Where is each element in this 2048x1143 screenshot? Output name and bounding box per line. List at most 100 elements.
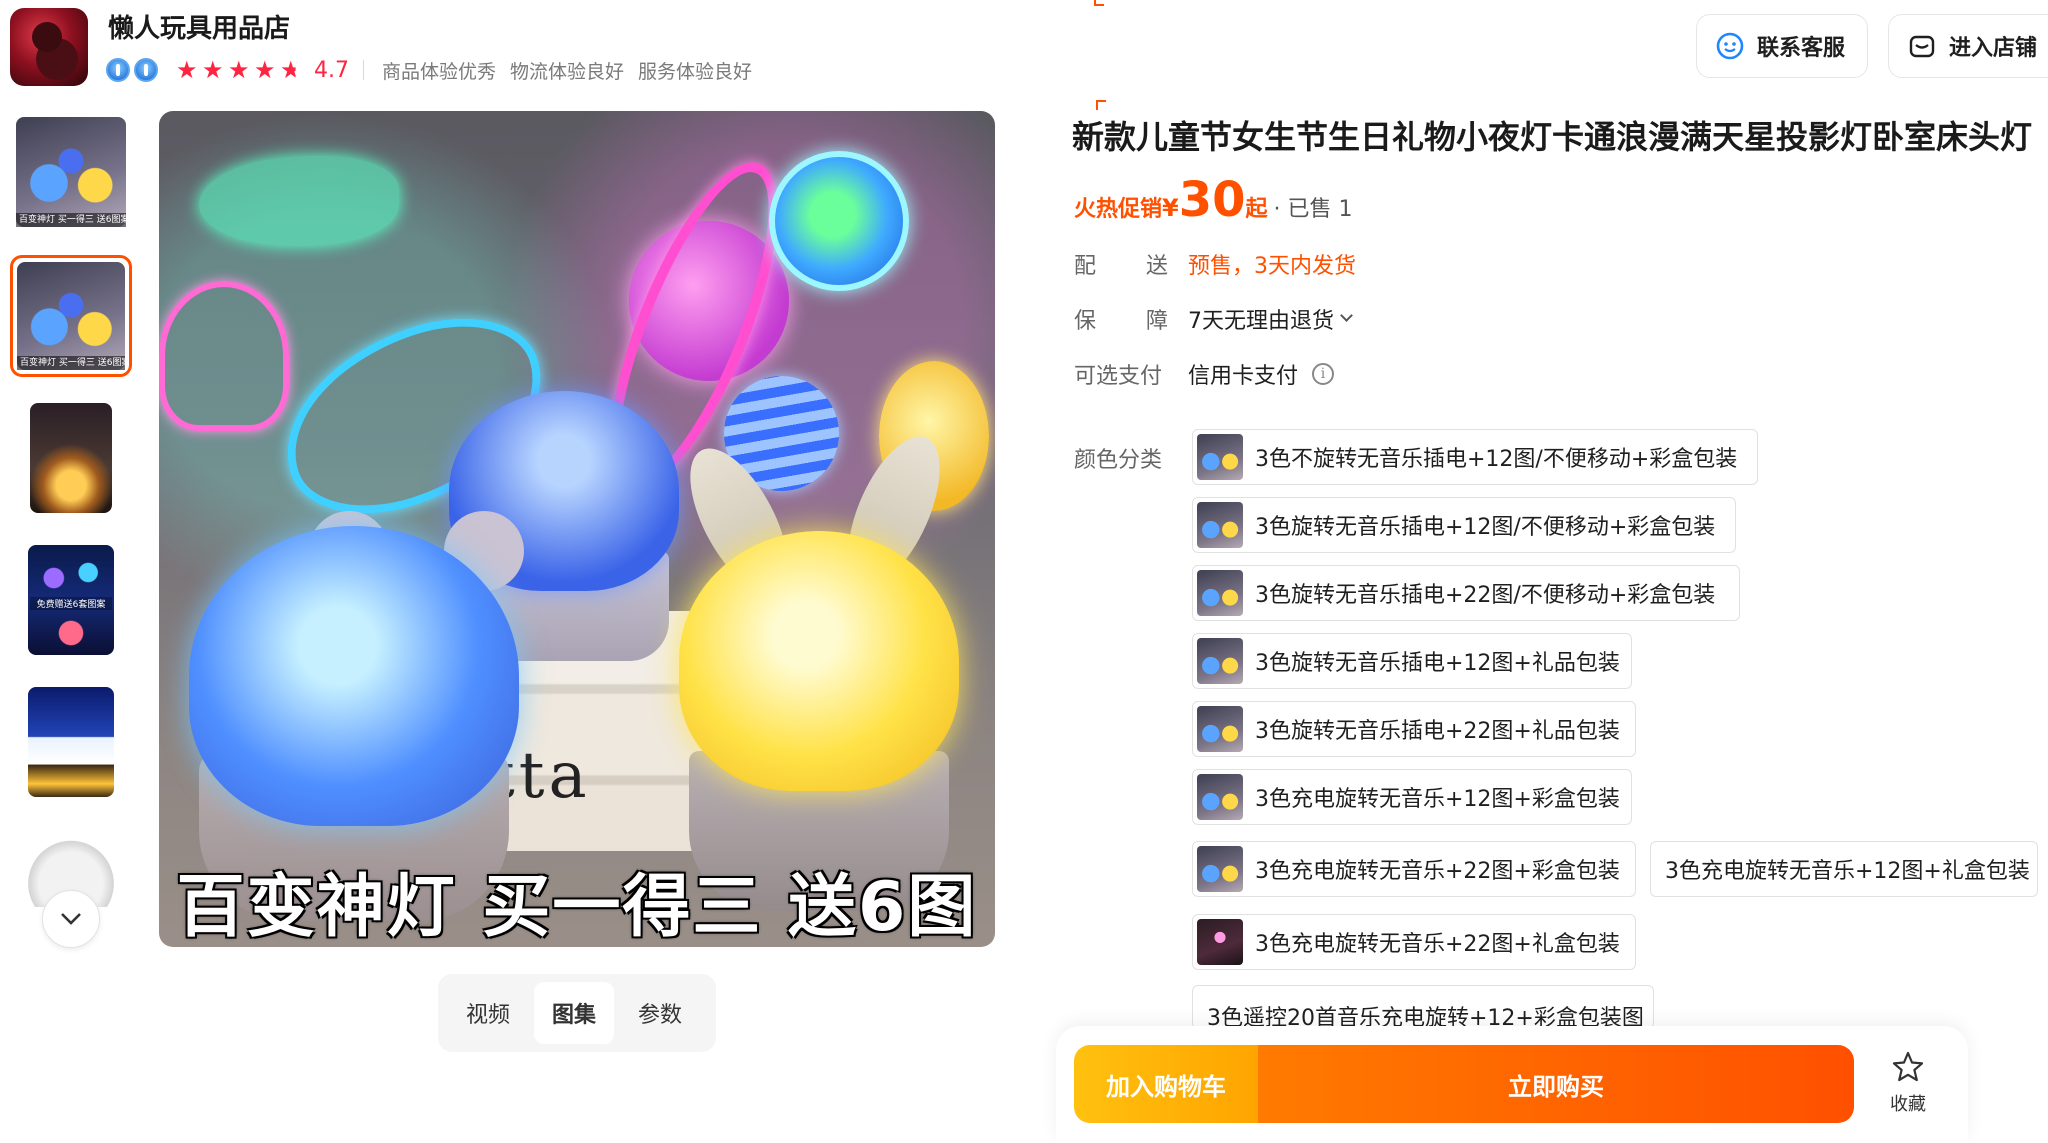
shop-meta: ★ ★ ★ ★ ★ 4.7 商品体验优秀 物流体验良好 服务体验良好: [106, 56, 766, 84]
sku-option-label: 3色旋转无音乐插电+12图/不便移动+彩盒包装: [1255, 515, 1716, 540]
sku-swatch: [1197, 846, 1243, 892]
contact-service-label: 联系客服: [1757, 36, 1846, 61]
thumbnail-image: [16, 117, 126, 227]
divider: [363, 60, 364, 80]
gallery-thumbnail[interactable]: [10, 681, 132, 803]
sku-swatch: [1197, 919, 1243, 965]
thumbnail-scroll-down-button[interactable]: [42, 890, 100, 948]
thumbnail-caption: 免费赠送6套图案: [30, 597, 112, 610]
sku-swatch: [1197, 570, 1243, 616]
image-decor: [679, 531, 959, 791]
store-icon: [1909, 35, 1935, 58]
guarantee-label: 保 障: [1074, 303, 1188, 335]
shop-meta-logistics: 物流体验良好: [510, 60, 625, 83]
tab-gallery[interactable]: 图集: [534, 982, 614, 1044]
thumbnail-image: [17, 262, 125, 370]
shop-badge-icon: [106, 58, 130, 82]
sku-swatch: [1197, 502, 1243, 548]
shop-meta-product: 商品体验优秀: [382, 60, 497, 83]
star-icon: ★: [176, 56, 198, 84]
promo-tag: 火热促销: [1074, 197, 1163, 222]
sku-option-label: 3色充电旋转无音乐+12图+礼盒包装: [1665, 859, 2030, 884]
sku-option[interactable]: 3色遥控20首音乐充电旋转+12+彩盒包装图: [1192, 985, 1654, 1029]
star-icon: ★: [254, 56, 276, 84]
guarantee-label-a: 保: [1074, 309, 1097, 334]
sku-option[interactable]: 3色旋转无音乐插电+12图+礼品包装: [1192, 633, 1632, 689]
sku-option[interactable]: 3色充电旋转无音乐+22图+彩盒包装: [1192, 841, 1636, 897]
thumbnail-image: [30, 403, 112, 513]
chevron-down-icon: [61, 913, 81, 925]
guarantee-label-b: 障: [1145, 309, 1168, 334]
payment-label: 可选支付: [1074, 364, 1163, 389]
shop-name[interactable]: 懒人玩具用品店: [108, 8, 290, 45]
thumbnail-caption: 百变神灯 买一得三 送6图案: [16, 213, 126, 227]
sku-option[interactable]: 3色充电旋转无音乐+12图+彩盒包装: [1192, 769, 1632, 825]
gallery-thumbnail[interactable]: 免费赠送6套图案: [10, 539, 132, 661]
shop-badge-icon: [134, 58, 158, 82]
main-product-image[interactable]: tta 百变神灯 买一得三 送6图案: [159, 111, 995, 947]
chevron-down-icon[interactable]: [1340, 308, 1353, 322]
thumbnail-image: [28, 687, 114, 797]
tab-params[interactable]: 参数: [620, 982, 700, 1044]
image-decor: [189, 526, 519, 826]
price-suffix: 起: [1245, 197, 1268, 222]
sku-option[interactable]: 3色旋转无音乐插电+12图/不便移动+彩盒包装: [1192, 497, 1736, 553]
delivery-label-a: 配: [1074, 254, 1097, 279]
star-icon: ★: [228, 56, 250, 84]
thumbnail-caption: 百变神灯 买一得三 送6图案: [17, 356, 125, 370]
guarantee-value: 7天无理由退货: [1188, 309, 1334, 334]
decor-mark: [1096, 100, 1106, 110]
tab-video[interactable]: 视频: [448, 982, 528, 1044]
image-decor: [769, 151, 909, 291]
shop-meta-service: 服务体验良好: [638, 60, 753, 83]
media-tabs: 视频 图集 参数: [438, 974, 716, 1052]
delivery-row: 配 送 预售，3天内发货: [1074, 248, 1356, 280]
delivery-value: 预售，3天内发货: [1188, 254, 1356, 279]
product-title: 新款儿童节女生节生日礼物小夜灯卡通浪漫满天星投影灯卧室床头灯: [1072, 118, 2033, 156]
shop-avatar[interactable]: [10, 8, 88, 86]
sku-swatch: [1197, 706, 1243, 752]
star-outline-icon: [1892, 1051, 1924, 1082]
delivery-label: 配 送: [1074, 248, 1188, 280]
sku-option[interactable]: 3色充电旋转无音乐+12图+礼盒包装: [1650, 841, 2038, 897]
sku-swatch: [1197, 774, 1243, 820]
enter-shop-button[interactable]: 进入店铺: [1888, 14, 2048, 78]
main-image-caption: 百变神灯 买一得三 送6图案: [176, 868, 978, 947]
add-to-cart-button[interactable]: 加入购物车: [1074, 1045, 1258, 1123]
favorite-button[interactable]: 收藏: [1880, 1050, 1936, 1120]
enter-shop-label: 进入店铺: [1949, 36, 2038, 61]
delivery-label-b: 送: [1145, 254, 1168, 279]
gallery-thumbnail[interactable]: 百变神灯 买一得三 送6图案: [10, 111, 132, 233]
sku-option-label: 3色不旋转无音乐插电+12图/不便移动+彩盒包装: [1255, 447, 1738, 472]
sku-option-label: 3色充电旋转无音乐+22图+礼盒包装: [1255, 932, 1620, 957]
contact-service-button[interactable]: 联系客服: [1696, 14, 1868, 78]
sku-swatch: [1197, 434, 1243, 480]
sold-count: · 已售 1: [1273, 197, 1353, 222]
price-row: 火热促销 ¥ 30 起 · 已售 1: [1074, 176, 1353, 224]
currency-symbol: ¥: [1162, 194, 1179, 222]
star-icon: ★: [280, 56, 302, 84]
sku-option-label: 3色旋转无音乐插电+22图+礼品包装: [1255, 719, 1620, 744]
decor-mark: [1094, 0, 1104, 6]
gallery-thumbnail[interactable]: [10, 397, 132, 519]
sku-option-label: 3色旋转无音乐插电+12图+礼品包装: [1255, 651, 1620, 676]
sku-option[interactable]: 3色不旋转无音乐插电+12图/不便移动+彩盒包装: [1192, 429, 1758, 485]
star-icon: ★: [202, 56, 224, 84]
info-icon[interactable]: i: [1312, 363, 1335, 385]
sku-label: 颜色分类: [1074, 448, 1163, 473]
sku-option-label: 3色旋转无音乐插电+22图/不便移动+彩盒包装: [1255, 583, 1716, 608]
shop-rating: 4.7: [314, 57, 349, 83]
gallery-thumbnail-active[interactable]: 百变神灯 买一得三 送6图案: [10, 255, 132, 377]
rating-stars: ★ ★ ★ ★ ★: [176, 58, 306, 82]
sku-option-label: 3色遥控20首音乐充电旋转+12+彩盒包装图: [1207, 1006, 1644, 1029]
price: 30: [1178, 172, 1246, 228]
sku-option-label: 3色充电旋转无音乐+22图+彩盒包装: [1255, 859, 1620, 884]
guarantee-row[interactable]: 保 障 7天无理由退货: [1074, 303, 1353, 335]
sku-option[interactable]: 3色旋转无音乐插电+22图/不便移动+彩盒包装: [1192, 565, 1740, 621]
payment-value: 信用卡支付: [1188, 364, 1299, 389]
buy-now-button[interactable]: 立即购买: [1258, 1045, 1854, 1123]
sku-option[interactable]: 3色充电旋转无音乐+22图+礼盒包装: [1192, 914, 1636, 970]
favorite-label: 收藏: [1890, 1094, 1926, 1115]
service-icon: [1716, 32, 1744, 60]
sku-option[interactable]: 3色旋转无音乐插电+22图+礼品包装: [1192, 701, 1636, 757]
